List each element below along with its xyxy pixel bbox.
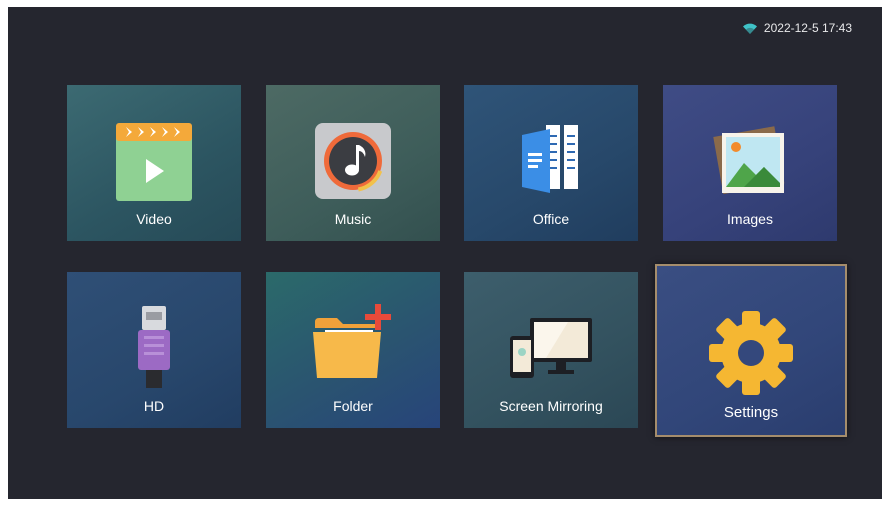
datetime-text: 2022-12-5 17:43: [763, 21, 852, 35]
tile-hd[interactable]: HD: [67, 272, 241, 428]
tile-video[interactable]: Video: [67, 85, 241, 241]
tile-folder-label: Folder: [333, 398, 373, 414]
tile-folder[interactable]: Folder: [266, 272, 440, 428]
wifi-icon: [742, 23, 757, 34]
screen-mirroring-icon: [510, 318, 592, 378]
tile-music[interactable]: Music: [266, 85, 440, 241]
tile-office-label: Office: [532, 211, 570, 227]
tile-screen-mirroring-label: Screen Mirroring: [499, 398, 603, 414]
tile-screen-mirroring[interactable]: Screen Mirroring: [464, 272, 638, 428]
video-icon: [116, 123, 192, 201]
tile-video-label: Video: [136, 211, 172, 227]
tile-images[interactable]: Images: [663, 85, 837, 241]
office-icon: [522, 125, 578, 193]
status-bar: 2022-12-5 17:43: [742, 21, 852, 35]
hdmi-icon: [138, 306, 170, 388]
tile-settings-label: Settings: [723, 404, 779, 421]
tile-hd-label: HD: [143, 398, 165, 414]
home-screen: 2022-12-5 17:43 Video Music Office Image…: [8, 7, 882, 499]
tile-settings[interactable]: Settings: [655, 264, 847, 437]
tile-office[interactable]: Office: [464, 85, 638, 241]
music-icon: [315, 123, 391, 199]
images-icon: [713, 126, 785, 195]
tile-music-label: Music: [334, 211, 372, 227]
folder-icon: [313, 304, 391, 378]
tile-images-label: Images: [727, 211, 773, 227]
gear-icon: [709, 311, 793, 395]
